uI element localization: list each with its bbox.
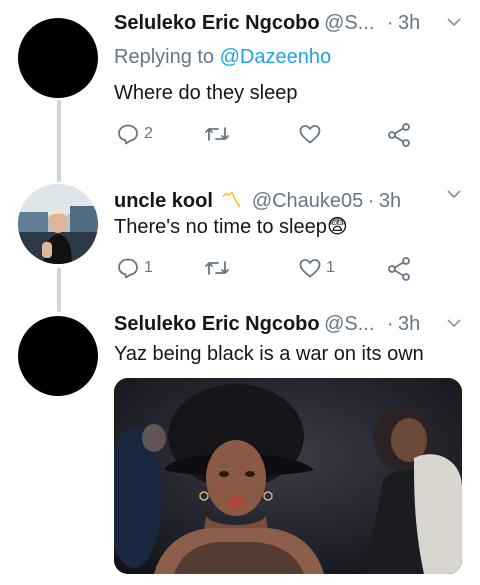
share-button[interactable] xyxy=(386,256,412,282)
display-name[interactable]: uncle kool xyxy=(114,190,213,212)
tweet-text: Yaz being black is a war on its own xyxy=(114,343,424,365)
tweet-actions: 1 1 xyxy=(116,256,416,282)
media-photo xyxy=(114,378,462,574)
reply-count: 1 xyxy=(144,259,153,276)
thread-line-top xyxy=(57,100,61,182)
chevron-down-icon[interactable] xyxy=(446,315,462,331)
timestamp[interactable]: 3h xyxy=(398,313,420,335)
thread-line-bottom xyxy=(57,268,61,312)
heart-icon xyxy=(299,259,321,278)
user-handle[interactable]: @Chauke05 xyxy=(252,190,363,212)
like-count: 1 xyxy=(326,259,335,276)
reply-prefix: Replying to xyxy=(114,46,215,68)
reply-button[interactable]: 1 xyxy=(116,256,153,280)
display-name[interactable]: Seluleko Eric Ngcobo xyxy=(114,313,320,335)
heart-icon xyxy=(299,125,321,144)
reply-icon xyxy=(118,124,138,145)
profile-photo xyxy=(18,184,98,264)
like-button[interactable] xyxy=(298,122,322,146)
reply-icon xyxy=(118,258,138,279)
user-handle[interactable]: @S... xyxy=(324,12,374,34)
separator-dot: · xyxy=(386,313,394,335)
separator-dot: · xyxy=(367,190,375,212)
tweet-header: Seluleko Eric Ngcobo @S... · 3h xyxy=(114,313,468,336)
share-icon xyxy=(388,123,410,147)
retweet-button[interactable] xyxy=(204,256,230,280)
replying-to: Replying to @Dazeenho xyxy=(114,46,468,69)
tweet-actions: 2 xyxy=(116,122,416,148)
tweet-media-photo[interactable] xyxy=(114,378,462,574)
reply-button[interactable]: 2 xyxy=(116,122,153,146)
chevron-down-icon[interactable] xyxy=(446,186,462,202)
display-name[interactable]: Seluleko Eric Ngcobo xyxy=(114,12,320,34)
retweet-button[interactable] xyxy=(204,122,230,146)
like-button[interactable]: 1 xyxy=(298,256,335,280)
tweet-text: Where do they sleep xyxy=(114,82,298,104)
timestamp[interactable]: 3h xyxy=(379,190,401,212)
retweet-icon xyxy=(205,261,229,275)
tweet-header: Seluleko Eric Ngcobo @S... · 3h xyxy=(114,12,468,35)
avatar[interactable] xyxy=(18,316,98,396)
reply-mention[interactable]: @Dazeenho xyxy=(220,46,331,68)
timestamp[interactable]: 3h xyxy=(398,12,420,34)
avatar[interactable] xyxy=(18,18,98,98)
share-icon xyxy=(388,257,410,281)
name-emoji: 〽 xyxy=(221,190,242,212)
tweet-text: There's no time to sleep😨 xyxy=(114,216,348,238)
retweet-icon xyxy=(205,127,229,141)
separator-dot: · xyxy=(386,12,394,34)
reply-count: 2 xyxy=(144,125,153,142)
user-handle[interactable]: @S... xyxy=(324,313,374,335)
share-button[interactable] xyxy=(386,122,412,148)
avatar[interactable] xyxy=(18,184,98,264)
chevron-down-icon[interactable] xyxy=(446,14,462,30)
tweet-header: uncle kool 〽 @Chauke05 · 3h xyxy=(114,184,468,213)
